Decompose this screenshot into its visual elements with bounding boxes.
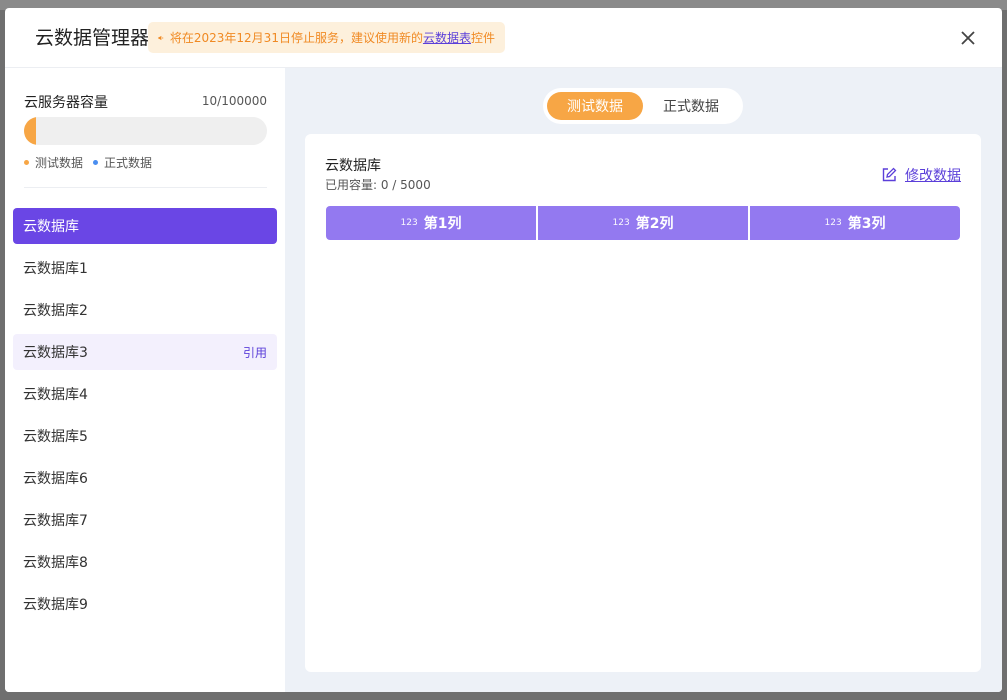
database-item-label: 云数据库6	[23, 471, 88, 487]
sidebar: 云服务器容量 10/100000 测试数据 正式数据 云数据库 云数据库1 云数据库…	[5, 68, 285, 692]
legend-dot-test	[24, 160, 29, 165]
database-list: 云数据库云数据库1 云数据库2 云数据库3 引用云数据库4 云数据库5 云数据库6 云数据库…	[13, 208, 277, 628]
legend-prod: 正式数据	[93, 154, 152, 171]
data-mode-switch: 测试数据 正式数据	[543, 88, 743, 124]
dialog-header: 云数据管理器 将在2023年12月31日停止服务，建议使用新的云数据表控件	[5, 8, 1002, 68]
panel-title: 云数据库	[325, 158, 381, 174]
database-item[interactable]: 云数据库8	[13, 544, 277, 580]
database-item[interactable]: 云数据库9	[13, 586, 277, 622]
number-type-icon: 123	[612, 218, 630, 228]
close-icon[interactable]	[958, 28, 978, 48]
database-item[interactable]: 云数据库	[13, 208, 277, 244]
database-item[interactable]: 云数据库2	[13, 292, 277, 328]
database-item-label: 云数据库5	[23, 429, 88, 445]
panel-usage: 已用容量: 0 / 5000	[325, 178, 431, 192]
capacity-fill	[24, 117, 36, 145]
cloud-table-link[interactable]: 云数据表	[423, 31, 471, 45]
notice-suffix: 控件	[470, 31, 495, 45]
sidebar-divider	[24, 187, 267, 188]
database-item-label: 云数据库2	[23, 303, 88, 319]
column-label: 第1列	[423, 216, 462, 232]
cloud-data-manager-dialog: 云数据管理器 将在2023年12月31日停止服务，建议使用新的云数据表控件 云服…	[5, 8, 1002, 692]
number-type-icon: 123	[824, 218, 842, 228]
database-item[interactable]: 云数据库4	[13, 376, 277, 412]
edit-data-button[interactable]: 修改数据	[881, 165, 961, 185]
database-item[interactable]: 云数据库6	[13, 460, 277, 496]
legend-dot-prod	[93, 160, 99, 165]
column-label: 第3列	[847, 216, 886, 232]
database-item[interactable]: 云数据库5	[13, 418, 277, 454]
column-header-1[interactable]: 123 第1列	[326, 206, 536, 240]
tab-production-data[interactable]: 正式数据	[643, 92, 739, 120]
database-item-label: 云数据库3	[23, 345, 88, 361]
database-panel: 云数据库 已用容量: 0 / 5000 修改数据 123 第1列 123 第2列	[305, 134, 981, 672]
column-header-row: 123 第1列 123 第2列 123 第3列	[326, 206, 960, 240]
database-item[interactable]: 云数据库1	[13, 250, 277, 286]
capacity-bar	[24, 117, 267, 145]
legend-test: 测试数据	[24, 154, 83, 171]
database-item[interactable]: 云数据库7	[13, 502, 277, 538]
tab-test-data[interactable]: 测试数据	[547, 92, 643, 120]
database-item-label: 云数据库1	[23, 261, 88, 277]
notice-text: 将在2023年12月31日停止服务，建议使用新的	[169, 31, 423, 45]
database-item-label: 云数据库9	[23, 597, 88, 613]
database-item-label: 云数据库	[23, 219, 79, 235]
number-type-icon: 123	[400, 218, 418, 228]
edit-data-label: 修改数据	[905, 168, 961, 184]
capacity-count: 10/100000	[201, 94, 267, 108]
capacity-legend: 测试数据 正式数据	[24, 154, 152, 171]
database-item-label: 云数据库7	[23, 513, 88, 529]
megaphone-icon	[158, 35, 164, 40]
edit-icon	[882, 167, 897, 182]
database-item[interactable]: 云数据库3 引用	[13, 334, 277, 370]
deprecation-notice: 将在2023年12月31日停止服务，建议使用新的云数据表控件	[148, 22, 505, 53]
database-item-label: 云数据库4	[23, 387, 88, 403]
column-header-3[interactable]: 123 第3列	[750, 206, 960, 240]
column-label: 第2列	[635, 216, 674, 232]
dialog-title: 云数据管理器	[35, 27, 150, 49]
database-item-label: 云数据库8	[23, 555, 88, 571]
capacity-title: 云服务器容量	[24, 95, 108, 111]
reference-button[interactable]: 引用	[243, 344, 267, 361]
main-area: 测试数据 正式数据 云数据库 已用容量: 0 / 5000 修改数据 123 第…	[285, 68, 1002, 692]
column-header-2[interactable]: 123 第2列	[538, 206, 748, 240]
